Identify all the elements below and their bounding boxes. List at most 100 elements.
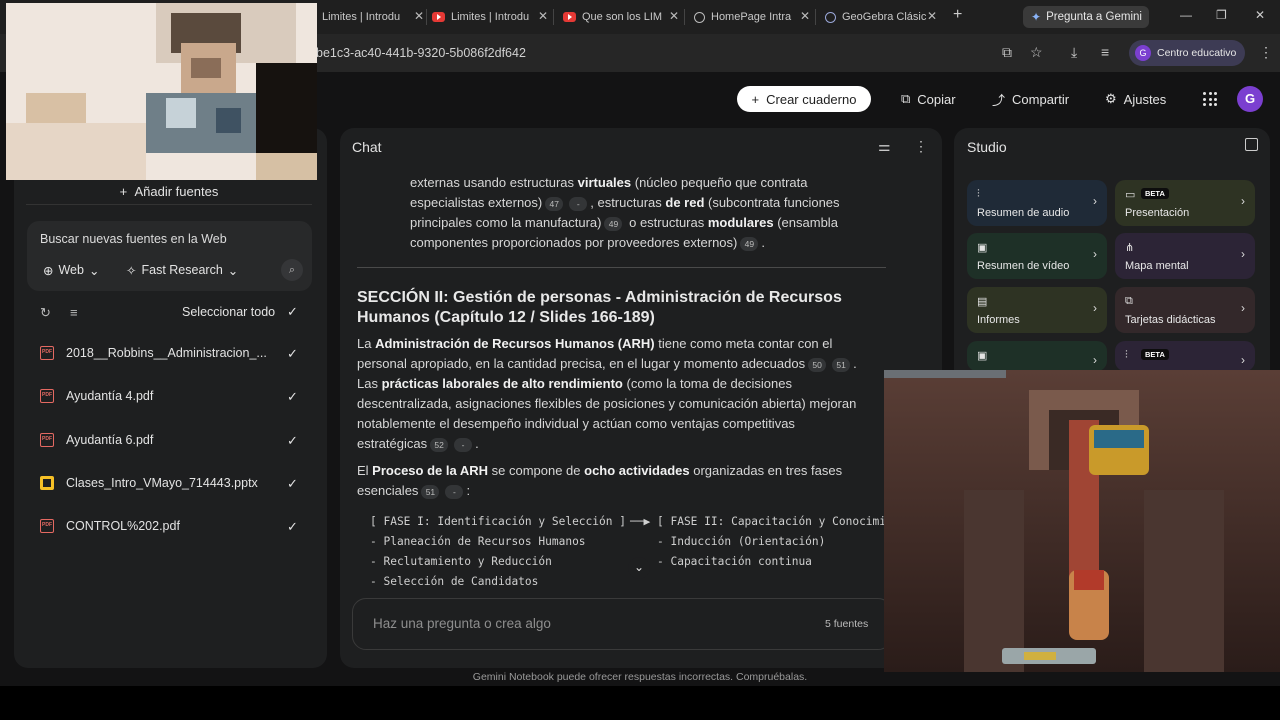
media-icon[interactable]: ≡ [1101,44,1109,60]
chevron-right-icon: › [1241,301,1245,315]
citation-chip[interactable]: 52 [430,437,449,452]
studio-card-video[interactable]: ▣ Resumen de vídeo › [967,233,1107,279]
close-icon[interactable]: ✕ [669,9,679,23]
source-checkbox[interactable]: ✓ [287,390,300,403]
browser-tab[interactable]: Limites | Introdu ✕ [306,6,424,28]
source-checkbox[interactable]: ✓ [287,520,300,533]
scroll-down-button[interactable]: ⌄ [628,557,650,579]
refresh-icon[interactable]: ↻ [40,305,51,321]
apps-grid-icon[interactable] [1203,92,1217,106]
select-all-checkbox[interactable]: ✓ [287,305,300,318]
research-mode-dropdown[interactable]: ✧ Fast Research ⌄ [126,260,238,280]
chevron-down-icon: ⌄ [88,263,100,278]
citation-chip[interactable]: 51 [421,484,440,499]
screen-bottom-bar [0,686,1280,720]
citation-chip[interactable]: 51 [832,357,851,372]
chevron-right-icon: › [1093,247,1097,261]
chat-text-line: esenciales 51-: [357,483,471,499]
code-line: [ FASE I: Identificación y Selección ] [370,515,626,528]
minimize-icon[interactable]: — [1180,8,1192,22]
source-item[interactable]: PDF Ayudantía 6.pdf [40,431,153,449]
close-icon[interactable]: ✕ [538,9,548,23]
share-button[interactable]: ⤴ Compartir [992,86,1069,112]
web-source-dropdown[interactable]: ⊕ Web ⌄ [43,260,99,280]
chat-text-line: componentes proporcionados por proveedor… [410,235,765,251]
source-checkbox[interactable]: ✓ [287,347,300,360]
browser-tab[interactable]: Limites | Introdu ✕ [432,6,548,28]
studio-card[interactable]: ▣ › [967,341,1107,371]
install-icon[interactable]: ⧉ [1002,44,1012,61]
chat-text-line: El Proceso de la ARH se compone de ocho … [357,463,843,478]
chat-text-line: Las prácticas laborales de alto rendimie… [357,376,792,391]
studio-card-presentation[interactable]: ▭ BETA Presentación › [1115,180,1255,226]
browser-tab[interactable]: GeoGebra Clásic ✕ [825,6,937,28]
browser-menu-icon[interactable]: ⋮ [1259,44,1273,61]
browser-tab[interactable]: HomePage Intra ✕ [694,6,810,28]
url-field[interactable]: be1c3-ac40-441b-9320-5b086f2df642 [316,46,526,60]
close-icon[interactable]: ✕ [927,9,937,23]
studio-card-reports[interactable]: ▤ Informes › [967,287,1107,333]
code-line: - Reclutamiento y Reducción [370,555,552,568]
infographic-icon: ⫶ [1125,349,1128,361]
chevron-down-icon: ⌄ [227,263,239,278]
settings-button[interactable]: ⚙ Ajustes [1105,86,1166,112]
chevron-right-icon: › [1093,301,1097,315]
close-window-icon[interactable]: ✕ [1255,8,1265,22]
studio-card[interactable]: ⫶ BETA › [1115,341,1255,371]
arrow-icon: ──▶ [630,515,651,528]
globe-icon: ⊕ [43,263,54,278]
add-sources-button[interactable]: + Añadir fuentes [26,181,312,205]
citation-chip[interactable]: 47 [545,196,564,211]
source-item[interactable]: Clases_Intro_VMayo_714443.pptx [40,474,258,492]
pdf-icon: PDF [40,389,54,403]
studio-card-audio[interactable]: ⫶ Resumen de audio › [967,180,1107,226]
ask-gemini-button[interactable]: ✦ Pregunta a Gemini [1023,6,1149,28]
close-icon[interactable]: ✕ [414,9,424,23]
citation-chip[interactable]: - [569,196,588,211]
chat-input[interactable]: Haz una pregunta o crea algo [373,616,551,631]
pdf-icon: PDF [40,433,54,447]
citation-chip[interactable]: - [454,437,473,452]
quiz-icon: ▣ [977,350,988,362]
avatar[interactable]: G [1237,86,1263,112]
studio-card-flashcards[interactable]: ⧉ Tarjetas didácticas › [1115,287,1255,333]
chat-title: Chat [352,139,382,155]
more-vert-icon[interactable]: ⋮ [914,138,928,155]
video-icon: ▣ [977,242,988,254]
citation-chip[interactable]: 50 [808,357,827,372]
pdf-icon: PDF [40,346,54,360]
share-icon: ⤴ [992,92,1006,108]
restore-icon[interactable]: ❐ [1216,8,1227,22]
plus-icon: + [751,91,760,107]
download-icon[interactable]: ⤓ [1071,44,1077,61]
source-item[interactable]: PDF Ayudantía 4.pdf [40,387,153,405]
flashcard-icon: ⧉ [1125,295,1133,307]
source-item[interactable]: PDF 2018__Robbins__Administracion_... [40,344,267,362]
gear-icon: ⚙ [1105,91,1117,106]
studio-card-mindmap[interactable]: ⋔ Mapa mental › [1115,233,1255,279]
create-notebook-button[interactable]: + Crear cuaderno [737,86,871,112]
gemini-icon: ✦ [1031,10,1042,24]
pdf-icon: PDF [40,519,54,533]
browser-tab[interactable]: Que son los LIM ✕ [563,6,679,28]
source-checkbox[interactable]: ✓ [287,434,300,447]
chat-text-line: personal apropiado, en la cantidad preci… [357,356,857,372]
chat-options-icon[interactable]: ⚌ [878,138,891,155]
new-tab-icon[interactable]: + [953,6,962,24]
citation-chip[interactable]: 49 [604,216,623,231]
copy-button[interactable]: ⧉ Copiar [901,86,956,112]
chat-text-line: descentralizada, asignaciones flexibles … [357,396,857,411]
source-item[interactable]: PDF CONTROL%202.pdf [40,517,180,535]
collapse-panel-icon[interactable] [1245,138,1258,151]
citation-chip[interactable]: - [445,484,464,499]
sparkle-icon: ✧ [126,263,137,278]
profile-chip[interactable]: G Centro educativo [1129,40,1245,66]
sort-icon[interactable]: ≡ [70,305,78,320]
search-icon[interactable]: ⌕ [281,259,303,281]
bookmark-star-icon[interactable]: ☆ [1030,44,1043,61]
web-search-input[interactable]: Buscar nuevas fuentes en la Web [40,232,227,246]
close-icon[interactable]: ✕ [800,9,810,23]
source-checkbox[interactable]: ✓ [287,477,300,490]
slides-file-icon [40,476,54,490]
citation-chip[interactable]: 49 [740,236,759,251]
